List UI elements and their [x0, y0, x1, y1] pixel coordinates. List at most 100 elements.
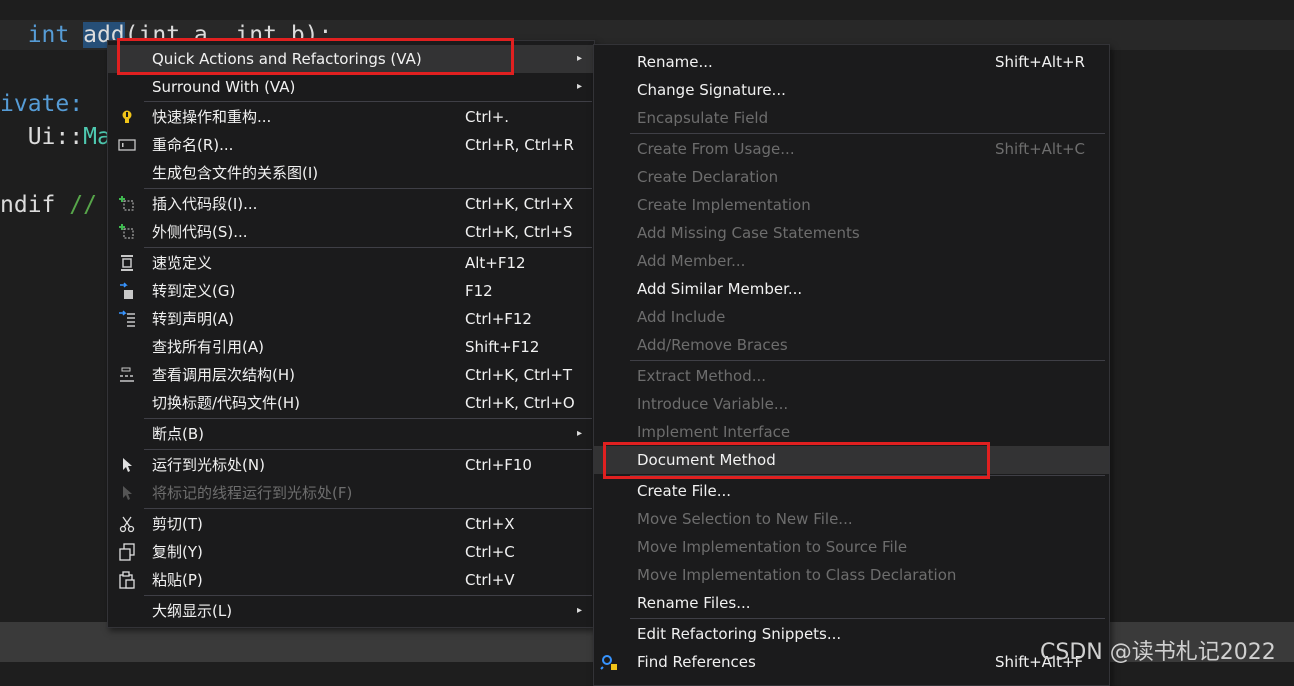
- menu-separator: [144, 101, 592, 102]
- menu-item-run-flagged-threads[interactable]: 将标记的线程运行到光标处(F): [108, 479, 594, 507]
- menu-item-insert-snippet[interactable]: 插入代码段(I)... Ctrl+K, Ctrl+X: [108, 190, 594, 218]
- submenu-arrow-icon: ▸: [576, 53, 582, 64]
- menu-item-include-graph[interactable]: 生成包含文件的关系图(I): [108, 159, 594, 187]
- submenu-item-extract-method[interactable]: Extract Method...: [594, 362, 1109, 390]
- menu-item-label: 重命名(R)...: [152, 136, 234, 154]
- menu-item-peek-definition[interactable]: 速览定义 Alt+F12: [108, 249, 594, 277]
- menu-item-label: Encapsulate Field: [637, 109, 769, 127]
- submenu-arrow-icon: ▸: [576, 605, 582, 616]
- code-line-3[interactable]: Ui::Ma: [0, 122, 111, 152]
- menu-item-label: 运行到光标处(N): [152, 456, 265, 474]
- submenu-item-introduce-variable[interactable]: Introduce Variable...: [594, 390, 1109, 418]
- lightbulb-icon: [122, 110, 132, 123]
- menu-item-label: Rename...: [637, 53, 713, 71]
- menu-item-label: Add Missing Case Statements: [637, 224, 860, 242]
- menu-item-quick-actions[interactable]: 快速操作和重构... Ctrl+.: [108, 103, 594, 131]
- menu-item-label: Create Implementation: [637, 196, 811, 214]
- menu-item-label: Edit Refactoring Snippets...: [637, 625, 842, 643]
- menu-separator: [630, 360, 1105, 361]
- keyword-int: int: [27, 22, 70, 48]
- rename-icon: [118, 139, 136, 151]
- menu-item-copy[interactable]: 复制(Y) Ctrl+C: [108, 538, 594, 566]
- menu-separator: [630, 133, 1105, 134]
- find-references-icon: [600, 655, 617, 670]
- submenu-item-move-impl-source[interactable]: Move Implementation to Source File: [594, 533, 1109, 561]
- menu-item-label: Surround With (VA): [152, 78, 296, 96]
- goto-definition-icon: [120, 282, 133, 299]
- code-comment: //: [55, 192, 97, 218]
- run-to-cursor-icon: [123, 458, 132, 472]
- menu-item-shortcut: Ctrl+V: [465, 571, 515, 589]
- menu-item-shortcut: Alt+F12: [465, 254, 526, 272]
- submenu-item-add-remove-braces[interactable]: Add/Remove Braces: [594, 331, 1109, 359]
- menu-item-label: 查找所有引用(A): [152, 338, 264, 356]
- submenu-item-create-declaration[interactable]: Create Declaration: [594, 163, 1109, 191]
- menu-item-shortcut: Ctrl+K, Ctrl+X: [465, 195, 574, 213]
- submenu-item-change-signature[interactable]: Change Signature...: [594, 76, 1109, 104]
- menu-item-shortcut: Ctrl+X: [465, 515, 515, 533]
- menu-item-breakpoint[interactable]: 断点(B) ▸: [108, 420, 594, 448]
- submenu-item-encapsulate-field[interactable]: Encapsulate Field: [594, 104, 1109, 132]
- submenu-item-move-selection-new-file[interactable]: Move Selection to New File...: [594, 505, 1109, 533]
- goto-declaration-icon: [119, 310, 135, 327]
- menu-item-call-hierarchy[interactable]: 查看调用层次结构(H) Ctrl+K, Ctrl+T: [108, 361, 594, 389]
- submenu-item-move-impl-class-decl[interactable]: Move Implementation to Class Declaration: [594, 561, 1109, 589]
- menu-item-label: 粘贴(P): [152, 571, 203, 589]
- menu-separator: [144, 188, 592, 189]
- submenu-item-rename[interactable]: Rename... Shift+Alt+R: [594, 48, 1109, 76]
- submenu-item-add-include[interactable]: Add Include: [594, 303, 1109, 331]
- menu-item-label: 转到定义(G): [152, 282, 236, 300]
- menu-item-label: 断点(B): [152, 425, 204, 443]
- submenu-item-add-member[interactable]: Add Member...: [594, 247, 1109, 275]
- menu-item-label: 大纲显示(L): [152, 602, 233, 620]
- menu-item-shortcut: Ctrl+K, Ctrl+O: [465, 394, 575, 412]
- menu-item-shortcut: F12: [465, 282, 493, 300]
- surround-snippet-icon: [119, 224, 134, 239]
- menu-item-label: 将标记的线程运行到光标处(F): [152, 484, 353, 502]
- menu-item-label: 快速操作和重构...: [152, 108, 272, 126]
- code-line-2[interactable]: ivate:: [0, 89, 83, 119]
- highlight-box-quick-actions: [117, 38, 514, 75]
- menu-item-rename[interactable]: 重命名(R)... Ctrl+R, Ctrl+R: [108, 131, 594, 159]
- submenu-item-create-implementation[interactable]: Create Implementation: [594, 191, 1109, 219]
- menu-item-run-to-cursor[interactable]: 运行到光标处(N) Ctrl+F10: [108, 451, 594, 479]
- menu-item-find-all-references[interactable]: 查找所有引用(A) Shift+F12: [108, 333, 594, 361]
- menu-item-label: Add Include: [637, 308, 726, 326]
- menu-item-label: Add Member...: [637, 252, 746, 270]
- menu-item-shortcut: Ctrl+F10: [465, 456, 532, 474]
- submenu-item-edit-refactoring-snippets[interactable]: Edit Refactoring Snippets...: [594, 620, 1109, 648]
- menu-item-goto-definition[interactable]: 转到定义(G) F12: [108, 277, 594, 305]
- menu-item-label: Add Similar Member...: [637, 280, 803, 298]
- submenu-item-add-similar-member[interactable]: Add Similar Member...: [594, 275, 1109, 303]
- submenu-item-create-file[interactable]: Create File...: [594, 477, 1109, 505]
- menu-item-shortcut: Ctrl+.: [465, 108, 510, 126]
- code-text: Ui::: [0, 124, 84, 150]
- menu-item-surround-code[interactable]: 外侧代码(S)... Ctrl+K, Ctrl+S: [108, 218, 594, 246]
- menu-item-label: 速览定义: [152, 254, 213, 272]
- code-line-4[interactable]: ndif //: [0, 190, 97, 220]
- menu-item-label: 查看调用层次结构(H): [152, 366, 295, 384]
- menu-item-label: Introduce Variable...: [637, 395, 789, 413]
- menu-item-surround-with-va[interactable]: Surround With (VA) ▸: [108, 73, 594, 101]
- menu-item-goto-declaration[interactable]: 转到声明(A) Ctrl+F12: [108, 305, 594, 333]
- cut-icon: [119, 516, 135, 533]
- run-flagged-threads-icon: [123, 486, 132, 500]
- menu-item-paste[interactable]: 粘贴(P) Ctrl+V: [108, 566, 594, 594]
- submenu-item-add-missing-case[interactable]: Add Missing Case Statements: [594, 219, 1109, 247]
- submenu-item-create-from-usage[interactable]: Create From Usage... Shift+Alt+C: [594, 135, 1109, 163]
- menu-item-label: 生成包含文件的关系图(I): [152, 164, 319, 182]
- menu-item-toggle-header-code[interactable]: 切换标题/代码文件(H) Ctrl+K, Ctrl+O: [108, 389, 594, 417]
- submenu-arrow-icon: ▸: [576, 81, 582, 92]
- menu-item-label: Move Implementation to Class Declaration: [637, 566, 957, 584]
- call-hierarchy-icon: [120, 367, 134, 382]
- menu-item-cut[interactable]: 剪切(T) Ctrl+X: [108, 510, 594, 538]
- menu-item-label: 剪切(T): [152, 515, 203, 533]
- menu-item-outlining[interactable]: 大纲显示(L) ▸: [108, 597, 594, 625]
- insert-snippet-icon: [119, 196, 134, 211]
- menu-item-label: Create File...: [637, 482, 732, 500]
- copy-icon: [119, 543, 135, 561]
- submenu-item-rename-files[interactable]: Rename Files...: [594, 589, 1109, 617]
- menu-separator: [144, 595, 592, 596]
- menu-item-label: Move Implementation to Source File: [637, 538, 908, 556]
- preprocessor-text: ndif: [0, 192, 56, 218]
